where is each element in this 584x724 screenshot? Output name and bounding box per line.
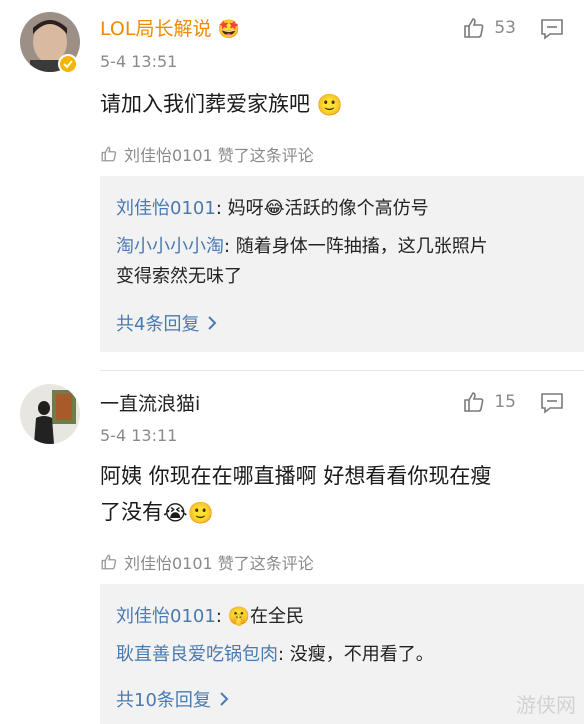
- reply-author[interactable]: 刘佳怡0101: [116, 606, 216, 627]
- liked-by-note: 刘佳怡0101 赞了这条评论: [100, 550, 314, 574]
- reply-text: : 没瘦，不用看了。: [278, 644, 434, 665]
- smile-emoji: 🙂: [187, 501, 214, 525]
- comment-2: 一直流浪猫i 5-4 13:11 15 阿姨 你现在在哪直播啊 好想看看你现在瘦…: [0, 384, 584, 724]
- reply-button[interactable]: [540, 18, 564, 44]
- chevron-right-icon: [220, 692, 229, 706]
- reply-author[interactable]: 耿直善良爱吃锅包肉: [116, 644, 278, 665]
- liked-by-note: 刘佳怡0101 赞了这条评论: [100, 142, 314, 166]
- reply-button[interactable]: [540, 392, 564, 418]
- verified-badge-icon: [58, 54, 78, 74]
- thumbs-up-icon: [464, 392, 484, 412]
- laugh-emoji: 😂: [263, 198, 285, 219]
- comment-text: 请加入我们葬爱家族吧 🙂: [100, 86, 570, 123]
- reply-author[interactable]: 刘佳怡0101: [116, 198, 216, 219]
- reply-box: 刘佳怡0101: 🤫在全民 耿直善良爱吃锅包肉: 没瘦，不用看了。 共10条回复: [100, 584, 584, 724]
- reply-item[interactable]: 刘佳怡0101: 🤫在全民: [116, 604, 304, 630]
- reply-item[interactable]: 淘小小小小淘: 随着身体一阵抽搐，这几张照片: [116, 234, 488, 260]
- watermark: 游侠网: [516, 693, 576, 717]
- timestamp: 5-4 13:11: [100, 426, 178, 445]
- avatar[interactable]: [20, 384, 80, 444]
- reply-item[interactable]: 耿直善良爱吃锅包肉: 没瘦，不用看了。: [116, 642, 434, 668]
- more-replies-link[interactable]: 共10条回复: [116, 686, 229, 712]
- comment-icon: [541, 393, 563, 414]
- comment-text-line2-content: 了没有: [100, 500, 163, 524]
- reply-item[interactable]: 刘佳怡0101: 妈呀😂活跃的像个高仿号: [116, 196, 429, 222]
- comment-1: LOL局长解说 🤩 5-4 13:51 53 请加入我们葬爱家族吧 🙂 刘佳怡0…: [0, 0, 584, 352]
- username-text: 一直流浪猫i: [100, 393, 201, 415]
- reply-text-continued: 变得索然无味了: [116, 266, 242, 287]
- divider: [100, 370, 584, 371]
- reply-text-pre: :: [215, 606, 228, 627]
- more-replies-text: 共10条回复: [116, 690, 211, 711]
- reply-text: : 随着身体一阵抽搐，这几张照片: [224, 236, 488, 257]
- like-button[interactable]: 53: [462, 16, 516, 40]
- chevron-right-icon: [208, 316, 217, 330]
- like-button[interactable]: 15: [462, 390, 516, 414]
- reply-box: 刘佳怡0101: 妈呀😂活跃的像个高仿号 淘小小小小淘: 随着身体一阵抽搐，这几…: [100, 176, 584, 352]
- shush-emoji: 🤫: [227, 606, 251, 627]
- smile-emoji: 🙂: [316, 93, 343, 117]
- reply-text-pre: : 妈呀: [215, 198, 264, 219]
- comment-icon: [541, 19, 563, 40]
- comment-text-content: 请加入我们葬爱家族吧: [100, 92, 310, 116]
- liked-by-text: 刘佳怡0101 赞了这条评论: [124, 554, 314, 573]
- comment-text: 阿姨 你现在在哪直播啊 好想看看你现在瘦 了没有😭🙂: [100, 458, 570, 531]
- reply-author[interactable]: 淘小小小小淘: [116, 236, 224, 257]
- username[interactable]: 一直流浪猫i: [100, 392, 200, 416]
- comment-text-line1: 阿姨 你现在在哪直播啊 好想看看你现在瘦: [100, 464, 492, 488]
- username-text: LOL局长解说: [100, 18, 212, 40]
- more-replies-link[interactable]: 共4条回复: [116, 310, 217, 336]
- crying-emoji: 😭: [163, 501, 188, 525]
- reply-text-post: 活跃的像个高仿号: [284, 198, 429, 219]
- username[interactable]: LOL局长解说 🤩: [100, 17, 240, 42]
- timestamp: 5-4 13:51: [100, 52, 178, 71]
- badge-emoji: 🤩: [217, 18, 240, 40]
- reply-text-post: 在全民: [250, 606, 305, 627]
- more-replies-text: 共4条回复: [116, 314, 200, 335]
- comment-text-line2: 了没有😭🙂: [100, 494, 570, 531]
- liked-by-text: 刘佳怡0101 赞了这条评论: [124, 146, 314, 165]
- like-count: 53: [494, 18, 516, 38]
- reply-item-continuation: 变得索然无味了: [116, 264, 242, 290]
- thumbs-up-small-icon: [101, 146, 117, 162]
- like-count: 15: [494, 392, 516, 412]
- thumbs-up-icon: [464, 18, 484, 38]
- thumbs-up-small-icon: [101, 554, 117, 570]
